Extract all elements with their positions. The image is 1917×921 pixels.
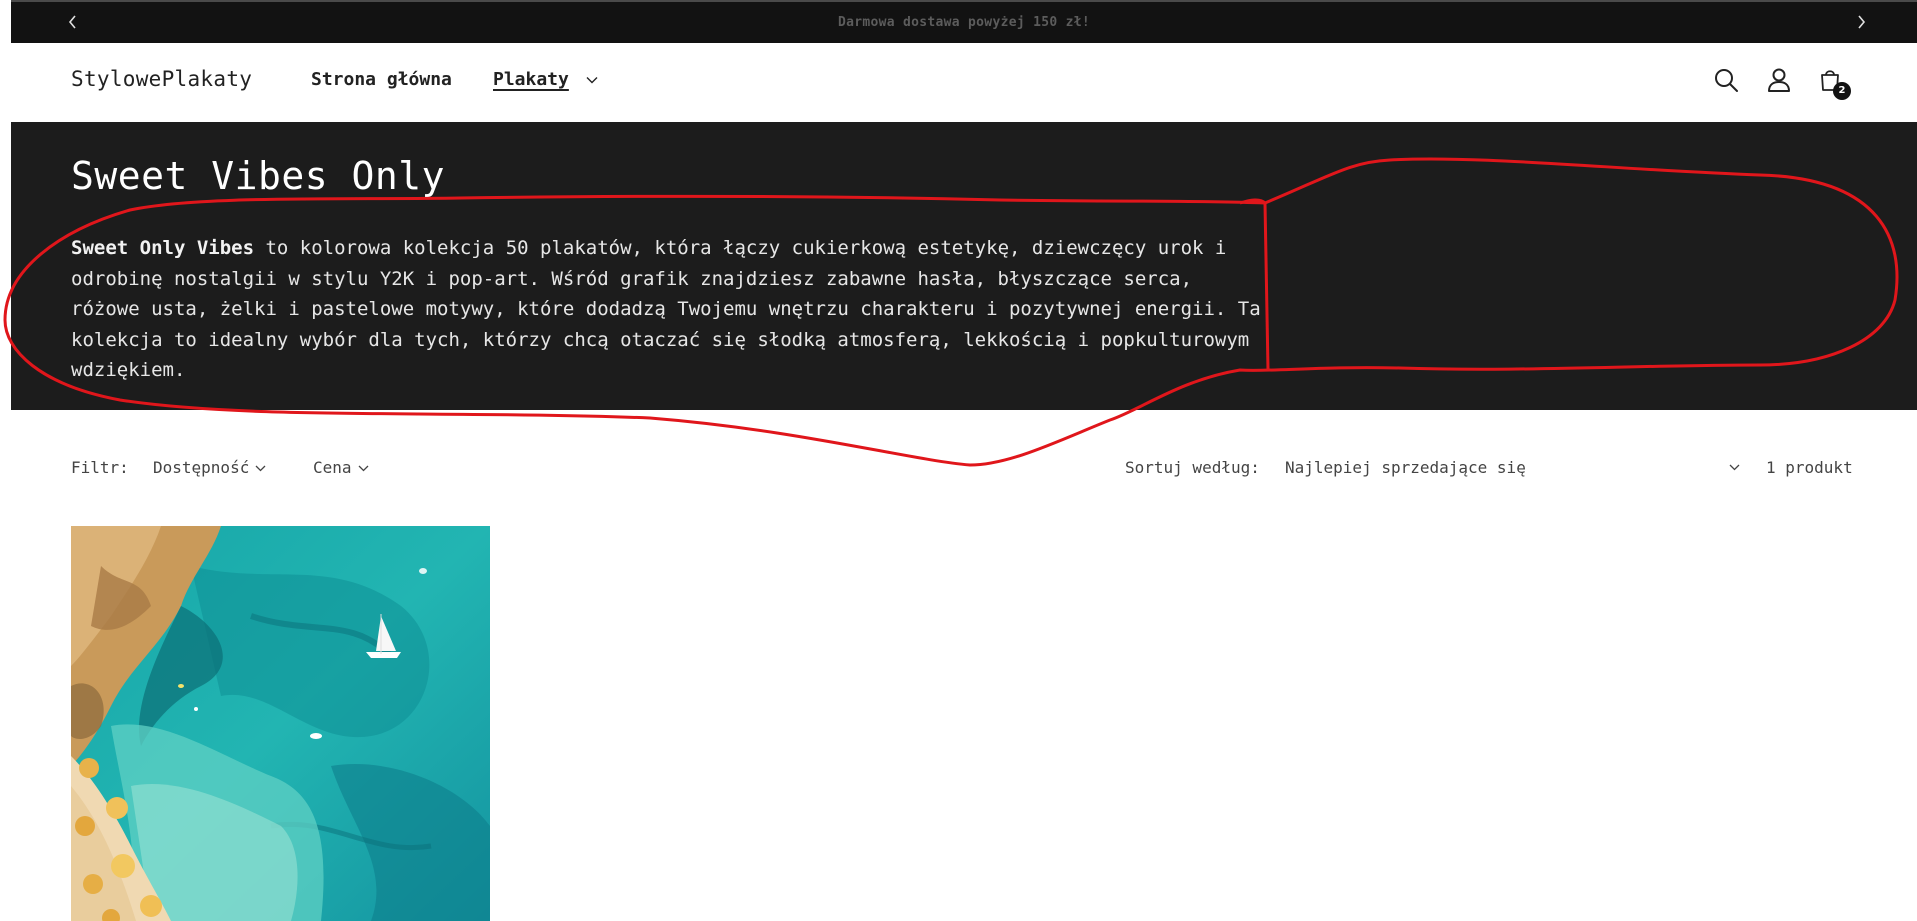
nav-home-link[interactable]: Strona główna <box>311 69 452 90</box>
account-button[interactable] <box>1764 65 1794 95</box>
chevron-down-icon <box>255 465 266 472</box>
collection-title: Sweet Vibes Only <box>71 154 446 198</box>
price-filter[interactable]: Cena <box>313 458 369 477</box>
filter-bar: Filtr: Dostępność Cena Sortuj według: Na… <box>11 452 1917 488</box>
chevron-down-icon <box>586 77 598 84</box>
chevron-right-icon <box>1858 15 1866 29</box>
product-count: 1 produkt <box>1766 458 1853 477</box>
beach-painting-image <box>71 526 490 921</box>
collection-description-bold: Sweet Only Vibes <box>71 237 255 259</box>
cart-button[interactable]: 2 <box>1815 65 1851 100</box>
store-logo[interactable]: StylowePlakaty <box>71 67 252 91</box>
availability-filter-label: Dostępność <box>153 458 250 477</box>
chevron-down-icon <box>358 465 368 472</box>
nav-home-label: Strona główna <box>311 69 452 90</box>
site-header: StylowePlakaty Strona główna Plakaty 2 <box>11 43 1917 122</box>
sort-select[interactable]: Najlepiej sprzedające się <box>1285 458 1740 477</box>
availability-filter[interactable]: Dostępność <box>153 458 266 477</box>
account-icon <box>1768 68 1790 92</box>
nav-posters-link[interactable]: Plakaty <box>493 69 598 90</box>
store-frame: Darmowa dostawa powyżej 150 zł! StyloweP… <box>11 0 1917 921</box>
announcement-next-button[interactable] <box>1851 12 1871 32</box>
announcement-text: Darmowa dostawa powyżej 150 zł! <box>838 15 1090 30</box>
collection-banner: Sweet Vibes Only Sweet Only Vibes to kol… <box>11 122 1917 410</box>
search-button[interactable] <box>1711 65 1741 95</box>
filter-label: Filtr: <box>71 458 129 477</box>
sort-label: Sortuj według: <box>1125 458 1260 477</box>
collection-description: Sweet Only Vibes to kolorowa kolekcja 50… <box>71 233 1271 386</box>
price-filter-label: Cena <box>313 458 352 477</box>
sort-select-value: Najlepiej sprzedające się <box>1285 458 1526 477</box>
nav-posters-label: Plakaty <box>493 69 569 90</box>
announcement-bar: Darmowa dostawa powyżej 150 zł! <box>11 0 1917 43</box>
product-card[interactable] <box>71 526 490 921</box>
search-icon <box>1715 69 1738 92</box>
cart-count-badge: 2 <box>1833 82 1851 100</box>
page: Darmowa dostawa powyżej 150 zł! StyloweP… <box>0 0 1917 921</box>
chevron-down-icon <box>1729 464 1740 471</box>
